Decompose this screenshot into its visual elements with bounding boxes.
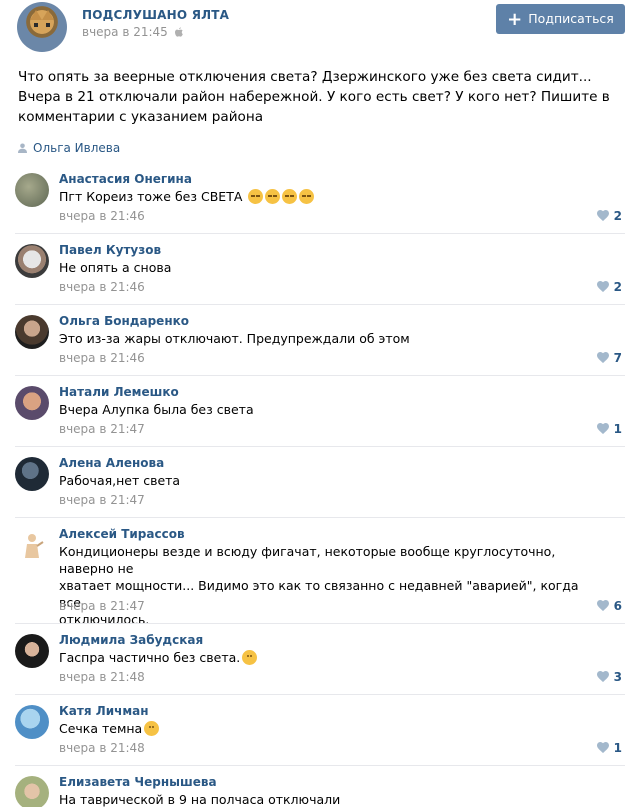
group-name[interactable]: ПОДСЛУШАНО ЯЛТА [82, 8, 229, 22]
like-count: 2 [613, 280, 622, 294]
like-button[interactable]: 1 [596, 741, 622, 755]
comment-author[interactable]: Катя Личман [59, 704, 149, 718]
post-time-text[interactable]: вчера в 21:45 [82, 25, 168, 39]
heart-icon [596, 281, 609, 292]
group-avatar[interactable] [17, 2, 67, 52]
divider [15, 765, 625, 766]
comment-author[interactable]: Натали Лемешко [59, 385, 179, 399]
pensive-emoji [265, 189, 281, 204]
post-time[interactable]: вчера в 21:45 [82, 25, 183, 39]
comment-author[interactable]: Алексей Тирассов [59, 527, 185, 541]
post-author[interactable]: Ольга Ивлева [18, 141, 120, 155]
like-button[interactable]: 2 [596, 280, 622, 294]
comment-time[interactable]: вчера в 21:48 [59, 741, 145, 755]
comment-author[interactable]: Анастасия Онегина [59, 172, 192, 186]
avatar[interactable] [15, 634, 49, 668]
comment-text: Это из-за жары отключают. Предупреждали … [59, 331, 410, 346]
comment-author[interactable]: Елизавета Чернышева [59, 775, 217, 789]
comment-text: Гаспра частично без света. [59, 649, 604, 666]
comment-time[interactable]: вчера в 21:46 [59, 280, 145, 294]
heart-icon [596, 210, 609, 221]
like-count: 6 [613, 599, 622, 613]
pensive-emoji [282, 189, 298, 204]
comment-text-content: Сечка темна [59, 721, 143, 736]
divider [15, 446, 625, 447]
heart-icon [596, 423, 609, 434]
heart-icon [596, 352, 609, 363]
avatar[interactable] [15, 315, 49, 349]
like-count: 1 [613, 741, 622, 755]
comment-text-content: Гаспра частично без света. [59, 650, 241, 665]
comment-time[interactable]: вчера в 21:46 [59, 209, 145, 223]
heart-icon [596, 742, 609, 753]
like-count: 7 [613, 351, 622, 365]
person-icon [18, 143, 27, 153]
comment-text: Вчера Алупка была без света [59, 402, 254, 417]
neutral-emoji [144, 721, 160, 736]
heart-icon [596, 671, 609, 682]
neutral-emoji [242, 650, 258, 665]
divider [15, 304, 625, 305]
like-button[interactable]: 7 [596, 351, 622, 365]
divider [15, 623, 625, 624]
comment-text: Кондиционеры везде и всюду фигачат, неко… [59, 544, 579, 627]
comment-author[interactable]: Людмила Забудская [59, 633, 203, 647]
subscribe-label: Подписаться [528, 11, 614, 26]
avatar[interactable] [15, 244, 49, 278]
avatar[interactable] [15, 776, 49, 807]
avatar[interactable] [15, 386, 49, 420]
comment-time[interactable]: вчера в 21:48 [59, 670, 145, 684]
pensive-emoji [248, 189, 264, 204]
like-count: 1 [613, 422, 622, 436]
comment-author[interactable]: Алена Аленова [59, 456, 164, 470]
avatar[interactable] [15, 528, 49, 562]
comment-time[interactable]: вчера в 21:47 [59, 493, 145, 507]
like-button[interactable]: 1 [596, 422, 622, 436]
post-text: Что опять за веерные отключения света? Д… [18, 69, 610, 125]
post-header: ПОДСЛУШАНО ЯЛТА вчера в 21:45 + Подписать… [0, 0, 642, 60]
comment-text: Сечка темна [59, 720, 604, 737]
heart-icon [596, 600, 609, 611]
comment-author[interactable]: Павел Кутузов [59, 243, 161, 257]
comment-time[interactable]: вчера в 21:47 [59, 599, 145, 613]
divider [15, 517, 625, 518]
pensive-emoji [299, 189, 315, 204]
plus-icon: + [507, 9, 523, 30]
like-count: 2 [613, 209, 622, 223]
like-count: 3 [613, 670, 622, 684]
post-author-name[interactable]: Ольга Ивлева [33, 141, 120, 155]
comment-text: Не опять а снова [59, 260, 172, 275]
comment-author[interactable]: Ольга Бондаренко [59, 314, 189, 328]
like-button[interactable]: 6 [596, 599, 622, 613]
comment-text: На таврической в 9 на полчаса отключали [59, 792, 341, 807]
like-button[interactable]: 2 [596, 209, 622, 223]
divider [15, 375, 625, 376]
comment-text: Пгт Кореиз тоже без СВЕТА [59, 188, 604, 205]
comment-time[interactable]: вчера в 21:46 [59, 351, 145, 365]
comment-text: Рабочая,нет света [59, 473, 181, 488]
avatar[interactable] [15, 457, 49, 491]
subscribe-button[interactable]: + Подписаться [496, 4, 625, 34]
cartoon-avatar-icon [25, 534, 44, 558]
like-button[interactable]: 3 [596, 670, 622, 684]
comment-text-content: Пгт Кореиз тоже без СВЕТА [59, 189, 243, 204]
divider [15, 694, 625, 695]
avatar[interactable] [15, 173, 49, 207]
apple-icon [174, 27, 183, 37]
divider [15, 233, 625, 234]
comment-time[interactable]: вчера в 21:47 [59, 422, 145, 436]
avatar[interactable] [15, 705, 49, 739]
